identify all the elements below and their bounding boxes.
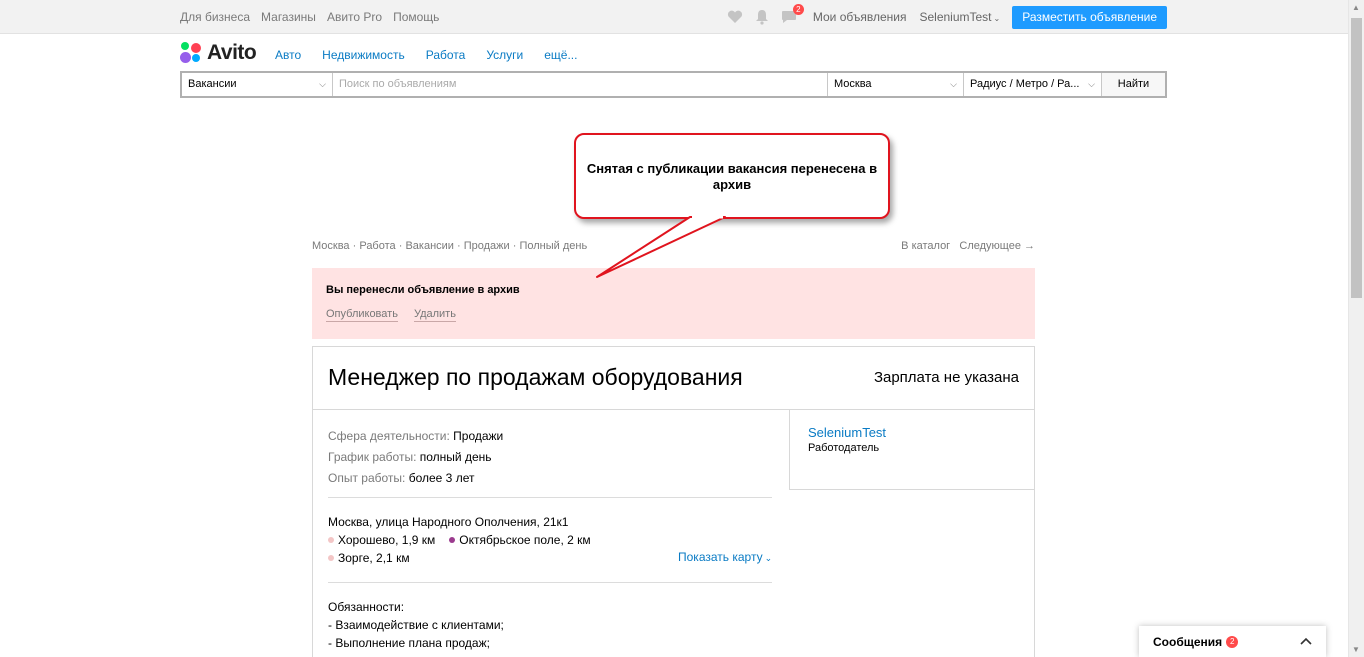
category-select-value: Вакансии: [188, 78, 237, 90]
annotation-callout: Снятая с публикации вакансия перенесена …: [574, 133, 890, 219]
metro-station: Хорошево, 1,9 км: [338, 533, 436, 547]
search-input[interactable]: Поиск по объявлениям: [333, 73, 828, 96]
crumb-full-day[interactable]: Полный день: [519, 240, 587, 252]
nav-auto[interactable]: Авто: [275, 48, 301, 62]
catalog-navigation: В каталог Следующее →: [901, 240, 1035, 252]
to-catalog-link[interactable]: В каталог: [901, 240, 950, 252]
param-key: Сфера деятельности:: [328, 429, 450, 443]
radius-metro-select[interactable]: Радиус / Метро / Ра... ⌵: [964, 73, 1102, 96]
nav-services[interactable]: Услуги: [486, 48, 523, 62]
my-ads-link[interactable]: Мои объявления: [813, 10, 907, 24]
chevron-down-icon: ⌵: [950, 79, 957, 89]
breadcrumb: Москва · Работа · Вакансии · Продажи · П…: [312, 240, 588, 252]
nav-realty[interactable]: Недвижимость: [322, 48, 405, 62]
favorites-heart-icon[interactable]: [726, 8, 744, 26]
city-select[interactable]: Москва ⌵: [828, 73, 964, 96]
ad-address: Москва, улица Народного Ополчения, 21к1: [328, 515, 569, 529]
chevron-up-icon[interactable]: [1300, 634, 1312, 648]
metro-line-dot-icon: [449, 537, 456, 543]
seller-name-link[interactable]: SeleniumTest: [808, 425, 886, 440]
category-select[interactable]: Вакансии ⌵: [182, 73, 333, 96]
nav-more[interactable]: ещё...: [544, 48, 577, 62]
metro-station: Октябрьское поле, 2 км: [459, 533, 591, 547]
crumb-vacancies[interactable]: Вакансии: [405, 240, 454, 252]
show-map-link[interactable]: Показать карту ⌄: [678, 550, 772, 564]
archive-notice-title: Вы перенесли объявление в архив: [326, 284, 520, 296]
search-bar: Вакансии ⌵ Поиск по объявлениям Москва ⌵…: [180, 71, 1167, 98]
metro-station: Зорге, 2,1 км: [338, 551, 410, 565]
publish-link[interactable]: Опубликовать: [326, 308, 398, 322]
user-name: SeleniumTest: [919, 10, 992, 24]
messages-chat-icon[interactable]: 2: [780, 4, 804, 26]
find-button[interactable]: Найти: [1102, 73, 1165, 96]
logo-text: Avito: [207, 41, 257, 64]
link-shops[interactable]: Магазины: [261, 10, 316, 24]
link-for-business[interactable]: Для бизнеса: [180, 10, 250, 24]
param-row: График работы: полный день: [328, 447, 503, 468]
scroll-down-arrow-icon[interactable]: ▼: [1352, 645, 1360, 654]
avito-logo[interactable]: Avito: [180, 41, 257, 65]
ad-title: Менеджер по продажам оборудования: [328, 364, 743, 390]
messages-panel-badge: 2: [1226, 635, 1239, 648]
scrollbar-thumb[interactable]: [1351, 18, 1362, 298]
metro-row: Зорге, 2,1 км: [328, 549, 591, 567]
crumb-jobs[interactable]: Работа: [359, 240, 395, 252]
messages-panel-label: Сообщения: [1153, 634, 1223, 649]
city-select-value: Москва: [834, 78, 872, 90]
messages-panel[interactable]: Сообщения 2: [1139, 626, 1326, 657]
notifications-bell-icon[interactable]: [753, 8, 771, 26]
archive-notice-actions: Опубликовать Удалить: [326, 308, 456, 322]
param-value: полный день: [419, 450, 492, 464]
post-ad-button[interactable]: Разместить объявление: [1012, 5, 1167, 29]
link-avito-pro[interactable]: Авито Pro: [327, 10, 382, 24]
user-menu[interactable]: SeleniumTest ⌄: [919, 10, 1000, 24]
nav-jobs[interactable]: Работа: [426, 48, 466, 62]
delete-link[interactable]: Удалить: [413, 308, 456, 322]
top-links: Для бизнеса Магазины Авито Pro Помощь: [180, 10, 439, 24]
annotation-text: Снятая с публикации вакансия перенесена …: [586, 161, 878, 192]
next-ad-link[interactable]: Следующее →: [959, 240, 1035, 252]
metro-line-dot-icon: [328, 537, 334, 543]
param-row: Опыт работы: более 3 лет: [328, 468, 503, 489]
param-value: Продажи: [453, 429, 504, 443]
description-line: Обязанности:: [328, 600, 405, 614]
chevron-down-icon: ⌵: [1088, 79, 1095, 89]
ad-card: Менеджер по продажам оборудования Зарпла…: [312, 346, 1035, 657]
divider: [328, 582, 772, 583]
crumb-sales[interactable]: Продажи: [464, 240, 510, 252]
chevron-down-icon: ⌵: [319, 79, 326, 89]
show-map-label: Показать карту: [678, 550, 763, 564]
archive-notice: Вы перенесли объявление в архив Опублико…: [312, 268, 1035, 339]
category-nav: Авто Недвижимость Работа Услуги ещё...: [275, 48, 577, 62]
description-line: - Выполнение плана продаж;: [328, 636, 490, 650]
param-row: Сфера деятельности: Продажи: [328, 426, 503, 447]
page-scrollbar[interactable]: ▲ ▼: [1348, 0, 1364, 657]
divider: [328, 497, 772, 498]
ad-description: Обязанности: - Взаимодействие с клиентам…: [328, 598, 504, 652]
seller-info: SeleniumTest Работодатель: [789, 410, 1035, 490]
crumb-moscow[interactable]: Москва: [312, 240, 350, 252]
description-line: - Взаимодействие с клиентами;: [328, 618, 504, 632]
param-key: График работы:: [328, 450, 417, 464]
scroll-up-arrow-icon[interactable]: ▲: [1352, 3, 1360, 12]
ad-salary: Зарплата не указана: [873, 369, 1019, 386]
ad-card-header: Менеджер по продажам оборудования Зарпла…: [313, 347, 1034, 410]
messages-count-badge: 2: [792, 4, 804, 15]
radius-select-value: Радиус / Метро / Ра...: [970, 78, 1080, 90]
link-help[interactable]: Помощь: [393, 10, 439, 24]
top-bar: Для бизнеса Магазины Авито Pro Помощь 2 …: [0, 0, 1348, 34]
ad-address-block: Москва, улица Народного Ополчения, 21к1 …: [328, 513, 591, 567]
param-value: более 3 лет: [408, 471, 475, 485]
logo-dots-icon: [180, 42, 202, 64]
metro-line-dot-icon: [328, 555, 334, 561]
chevron-down-icon: ⌄: [993, 14, 1001, 23]
top-right: 2 Мои объявления SeleniumTest ⌄ Разместит…: [726, 4, 1167, 29]
seller-role: Работодатель: [808, 442, 880, 454]
chevron-down-icon: ⌄: [764, 553, 773, 563]
metro-row: Хорошево, 1,9 км Октябрьское поле, 2 км: [328, 531, 591, 549]
ad-params: Сфера деятельности: Продажи График работ…: [328, 426, 503, 489]
param-key: Опыт работы:: [328, 471, 406, 485]
